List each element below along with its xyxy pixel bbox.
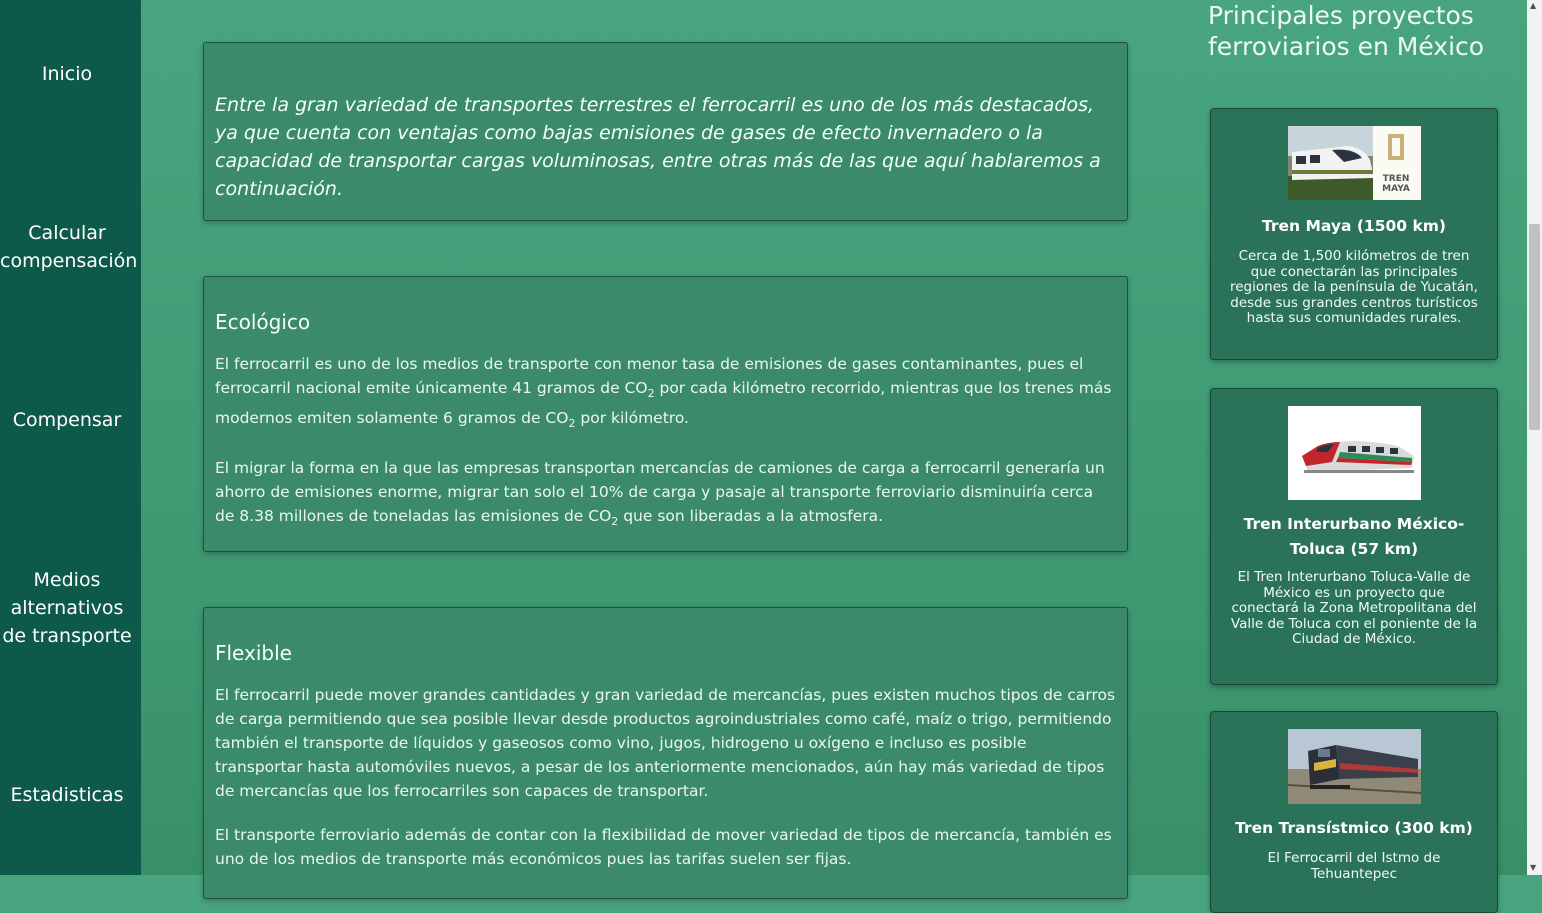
scroll-thumb[interactable] bbox=[1529, 224, 1540, 430]
nav-item-estadisticas[interactable]: Estadisticas bbox=[0, 781, 134, 809]
projects-title: Principales proyectos ferroviarios en Mé… bbox=[1208, 1, 1485, 61]
section-card-ecologico: Ecológico El ferrocarril es uno de los m… bbox=[203, 276, 1128, 552]
project-description: El Ferrocarril del Istmo de Tehuantepec bbox=[1267, 850, 1441, 882]
nav-item-medios-alternativos[interactable]: Medios alternativos de transporte bbox=[0, 566, 134, 650]
train-photo-icon: TREN MAYA bbox=[1287, 126, 1421, 200]
section-card-flexible: Flexible El ferrocarril puede mover gran… bbox=[203, 607, 1128, 899]
project-card-interurbano: Tren Interurbano México-Toluca (57 km) E… bbox=[1210, 388, 1498, 685]
project-name: Tren Transístmico (300 km) bbox=[1235, 819, 1473, 837]
section-heading: Ecológico bbox=[215, 310, 311, 334]
project-card-tren-maya: TREN MAYA Tren Maya (1500 km) Cerca de 1… bbox=[1210, 108, 1498, 360]
project-name: Tren Maya (1500 km) bbox=[1262, 217, 1446, 235]
project-card-transistmico: Tren Transístmico (300 km) El Ferrocarri… bbox=[1210, 711, 1498, 913]
section-heading: Flexible bbox=[215, 641, 292, 665]
svg-text:MAYA: MAYA bbox=[1382, 184, 1410, 194]
sidebar: Inicio Calcular compensación Compensar M… bbox=[0, 0, 141, 875]
scroll-down-icon[interactable]: ▼ bbox=[1530, 863, 1536, 873]
nav-item-compensar[interactable]: Compensar bbox=[0, 406, 134, 434]
project-name: Tren Interurbano México-Toluca (57 km) bbox=[1243, 515, 1465, 558]
nav-item-calcular-compensacion[interactable]: Calcular compensación bbox=[0, 219, 137, 275]
intro-text: Entre la gran variedad de transportes te… bbox=[215, 94, 1101, 200]
svg-text:TREN: TREN bbox=[1382, 174, 1409, 184]
project-description: El Tren Interurbano Toluca-Valle de Méxi… bbox=[1230, 569, 1478, 647]
section-paragraph: El transporte ferroviario además de cont… bbox=[215, 826, 1112, 868]
scroll-up-icon[interactable]: ▲ bbox=[1530, 1, 1536, 11]
tren-maya-image: TREN MAYA bbox=[1287, 126, 1421, 200]
section-paragraph: El ferrocarril puede mover grandes canti… bbox=[215, 686, 1116, 800]
intro-card: Entre la gran variedad de transportes te… bbox=[203, 42, 1128, 221]
transistmico-image bbox=[1287, 729, 1421, 804]
page-scrollbar[interactable]: ▲ ▼ bbox=[1527, 0, 1542, 875]
train-photo-icon bbox=[1287, 729, 1421, 804]
nav-item-inicio[interactable]: Inicio bbox=[0, 60, 134, 88]
project-description: Cerca de 1,500 kilómetros de tren que co… bbox=[1230, 248, 1478, 326]
section-paragraph: El migrar la forma en la que las empresa… bbox=[215, 459, 1105, 529]
train-photo-icon bbox=[1287, 406, 1421, 500]
section-paragraph: El ferrocarril es uno de los medios de t… bbox=[215, 355, 1112, 431]
interurbano-image bbox=[1287, 406, 1421, 500]
